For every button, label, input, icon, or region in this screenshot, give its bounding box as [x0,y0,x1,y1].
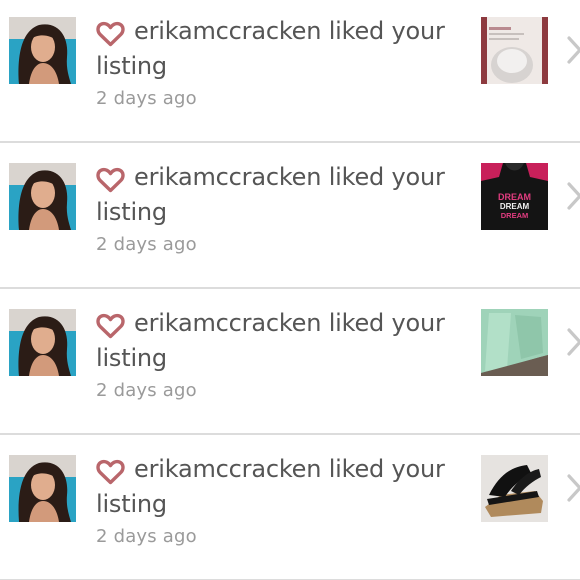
listing-thumbnail[interactable]: DREAM DREAM DREAM [481,163,548,230]
avatar[interactable] [9,17,76,84]
avatar[interactable] [9,309,76,376]
listing-thumbnail[interactable] [481,455,548,522]
notification-row[interactable]: erikamccracken liked your listing 2 days… [0,435,580,580]
notifications-list: erikamccracken liked your listing 2 days… [0,0,580,580]
timestamp: 2 days ago [96,526,197,547]
notification-text: erikamccracken liked your listing [96,14,471,84]
chevron-right-icon[interactable] [566,327,580,357]
listing-thumbnail[interactable] [481,17,548,84]
chevron-right-icon[interactable] [566,181,580,211]
username[interactable]: erikamccracken [134,455,321,483]
username[interactable]: erikamccracken [134,163,321,191]
chevron-right-icon[interactable] [566,473,580,503]
notification-row[interactable]: erikamccracken liked your listing 2 days… [0,0,580,143]
notification-row[interactable]: erikamccracken liked your listing 2 days… [0,143,580,289]
shirt-text: DREAM [500,202,530,211]
avatar[interactable] [9,455,76,522]
username[interactable]: erikamccracken [134,17,321,45]
shirt-text: DREAM [498,192,531,202]
notification-text: erikamccracken liked your listing [96,452,471,522]
chevron-right-icon[interactable] [566,35,580,65]
shirt-text: DREAM [501,211,529,220]
listing-thumbnail[interactable] [481,309,548,376]
timestamp: 2 days ago [96,380,197,401]
username[interactable]: erikamccracken [134,309,321,337]
timestamp: 2 days ago [96,234,197,255]
avatar[interactable] [9,163,76,230]
notification-row[interactable]: erikamccracken liked your listing 2 days… [0,289,580,435]
notification-text: erikamccracken liked your listing [96,306,471,376]
notification-text: erikamccracken liked your listing [96,160,471,230]
timestamp: 2 days ago [96,88,197,109]
